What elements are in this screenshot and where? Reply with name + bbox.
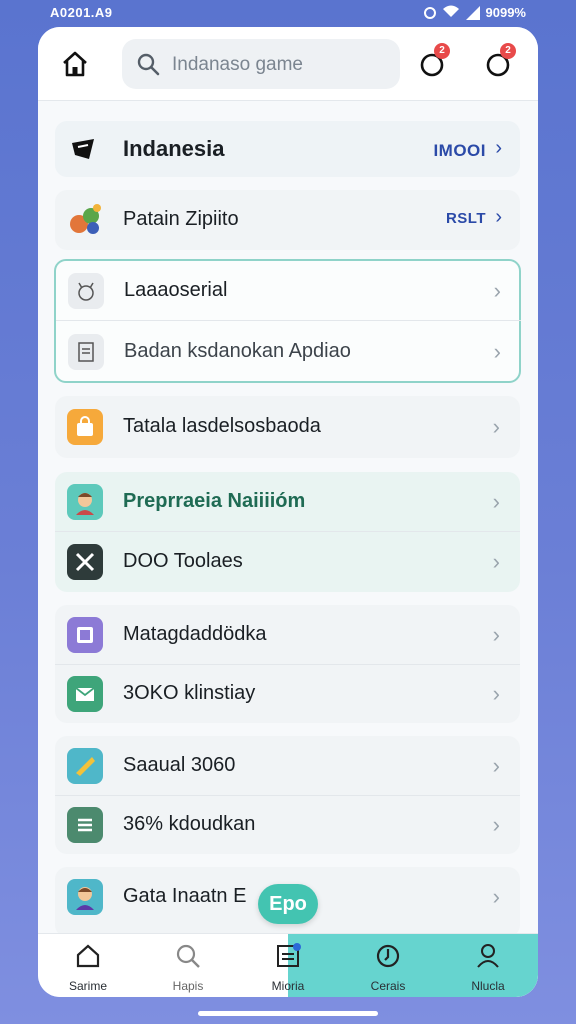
- item-action[interactable]: IMOOI: [433, 141, 486, 161]
- nav-item-games[interactable]: Cerais: [338, 942, 438, 997]
- home-icon: [63, 51, 87, 77]
- messages-button[interactable]: 2: [482, 43, 516, 81]
- status-bar: A0201.A9 9099%: [0, 0, 576, 26]
- item-label: DOO Toolaes: [123, 550, 243, 572]
- mail-icon: [67, 676, 103, 712]
- home-button[interactable]: [60, 49, 90, 79]
- top-bar: Indanaso game 2 2: [38, 27, 538, 101]
- status-icons: 9099%: [423, 4, 526, 21]
- list-item[interactable]: DOO Toolaes ›: [55, 532, 520, 592]
- document-icon: [68, 334, 104, 370]
- home-indicator[interactable]: [198, 1011, 378, 1016]
- category-card: Preprraeia Naiiiióm › DOO Toolaes ›: [55, 472, 520, 592]
- chevron-right-icon: ›: [492, 753, 500, 778]
- nav-item-media[interactable]: Mioria: [238, 942, 338, 997]
- badge-icon: [67, 748, 103, 784]
- chevron-right-icon: ›: [492, 489, 500, 514]
- list-item[interactable]: Tatala lasdelsosbaoda ›: [55, 397, 520, 457]
- chevron-right-icon: ›: [492, 812, 500, 837]
- nav-item-home[interactable]: Sarime: [38, 942, 138, 997]
- item-label: Tatala lasdelsosbaoda: [123, 415, 321, 437]
- list-item[interactable]: Preprraeia Naiiiióm ›: [55, 472, 520, 532]
- search-input[interactable]: Indanaso game: [122, 39, 400, 89]
- floating-action-button[interactable]: Epo: [258, 884, 318, 924]
- chevron-right-icon: ›: [492, 884, 500, 909]
- category-card: Patain Zipiito RSLT ›: [55, 190, 520, 250]
- media-icon: [277, 943, 301, 967]
- user-icon: [477, 944, 499, 968]
- character-avatar-icon: [67, 484, 103, 520]
- category-card: Tatala lasdelsosbaoda ›: [55, 396, 520, 458]
- search-icon: [176, 944, 200, 968]
- sync-icon: [423, 6, 436, 19]
- app-window: Indanaso game 2 2 Indanesia IMOOI › Pata…: [38, 27, 538, 997]
- chevron-right-icon: ›: [492, 549, 500, 574]
- item-label: Laaaoserial: [124, 279, 228, 301]
- tools-icon: [67, 544, 103, 580]
- shopping-bag-icon: [67, 409, 103, 445]
- nav-item-search[interactable]: Hapis: [138, 942, 238, 997]
- divider: [56, 320, 521, 321]
- list-icon: [67, 807, 103, 843]
- notification-button[interactable]: 2: [416, 43, 450, 81]
- item-label: Matagdaddödka: [123, 623, 267, 645]
- nav-label: Cerais: [370, 979, 406, 993]
- book-icon: [67, 617, 103, 653]
- game-characters-icon: [67, 202, 103, 238]
- category-card: Matagdaddödka › 3OKO klinstiay ›: [55, 605, 520, 723]
- list-item[interactable]: Matagdaddödka ›: [55, 605, 520, 665]
- nav-item-profile[interactable]: Nlucla: [438, 942, 538, 997]
- list-item[interactable]: Patain Zipiito RSLT ›: [55, 190, 520, 250]
- category-card: Indanesia IMOOI ›: [55, 121, 520, 177]
- item-label: Preprraeia Naiiiióm: [123, 490, 306, 512]
- messages-badge: 2: [500, 43, 516, 59]
- cat-icon: [68, 273, 104, 309]
- compass-icon: [376, 944, 400, 968]
- category-card: Laaaoserial › Badan ksdanokan Apdiao ›: [54, 259, 521, 383]
- search-icon: [137, 53, 160, 76]
- item-label: Gata Inaatn E: [123, 885, 247, 907]
- search-placeholder: Indanaso game: [172, 54, 303, 75]
- chevron-right-icon: ›: [495, 137, 502, 159]
- category-card: Saaual 3060 › 36% kdoudkan ›: [55, 736, 520, 854]
- chevron-right-icon: ›: [492, 622, 500, 647]
- notification-badge: 2: [434, 43, 450, 59]
- battery-text: 9099%: [485, 5, 526, 20]
- list-item[interactable]: Laaaoserial ›: [56, 261, 521, 321]
- item-label: 36% kdoudkan: [123, 813, 256, 835]
- item-label: 3OKO klinstiay: [123, 682, 256, 704]
- flag-icon: [65, 131, 101, 167]
- list-item[interactable]: Saaual 3060 ›: [55, 736, 520, 796]
- item-label: Badan ksdanokan Apdiao: [124, 340, 351, 362]
- list-item[interactable]: 3OKO klinstiay ›: [55, 664, 520, 724]
- home-icon: [76, 944, 100, 968]
- list-item[interactable]: Indanesia IMOOI ›: [55, 121, 520, 177]
- chevron-right-icon: ›: [493, 339, 501, 364]
- nav-label: Nlucla: [471, 979, 505, 993]
- nav-label: Hapis: [172, 979, 204, 993]
- item-label: Indanesia: [123, 136, 225, 161]
- list-item[interactable]: Badan ksdanokan Apdiao ›: [56, 322, 521, 382]
- character-avatar-icon: [67, 879, 103, 915]
- nav-label: Sarime: [68, 979, 107, 993]
- status-time: A0201.A9: [50, 5, 113, 20]
- item-action[interactable]: RSLT: [446, 210, 486, 227]
- bottom-navigation: Sarime Hapis Mioria Cerais Nlucla: [38, 933, 538, 997]
- nav-label: Mioria: [271, 979, 305, 993]
- chevron-right-icon: ›: [493, 278, 501, 303]
- chevron-right-icon: ›: [495, 206, 502, 228]
- item-label: Patain Zipiito: [123, 208, 239, 230]
- signal-icon: [465, 5, 480, 20]
- list-item[interactable]: 36% kdoudkan ›: [55, 795, 520, 855]
- item-label: Saaual 3060: [123, 754, 236, 776]
- chevron-right-icon: ›: [492, 414, 500, 439]
- chevron-right-icon: ›: [492, 681, 500, 706]
- wifi-icon: [442, 4, 460, 21]
